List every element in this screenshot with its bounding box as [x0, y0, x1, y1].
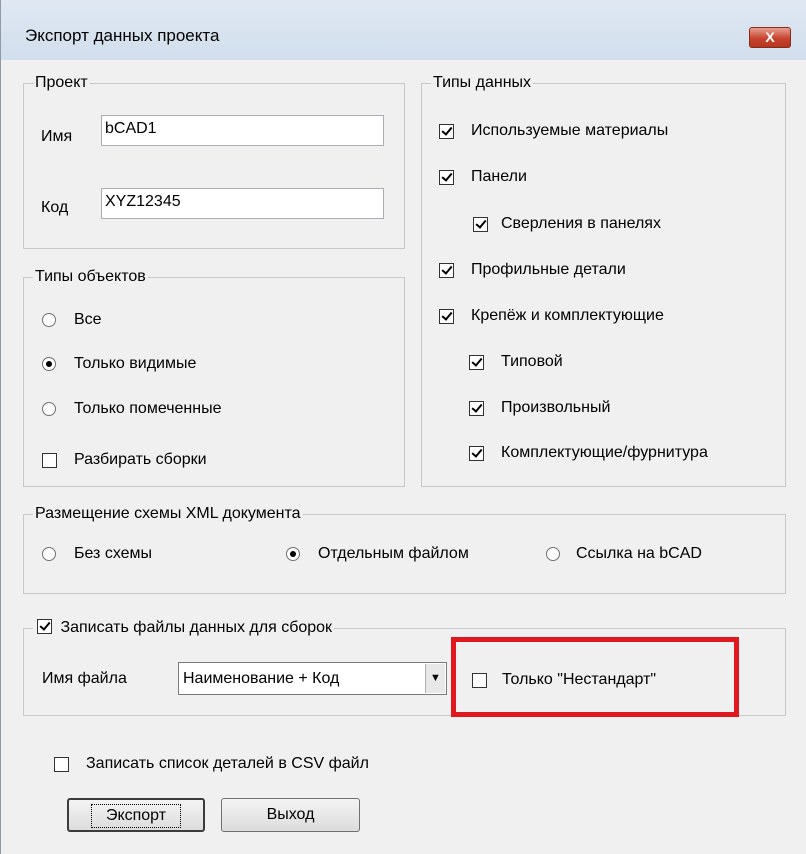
file-name-select[interactable]: Наименование + Код ▼: [178, 662, 447, 695]
drillings-checkbox[interactable]: [473, 217, 488, 232]
fasteners-label[interactable]: Крепёж и комплектующие: [471, 306, 664, 326]
project-group: Проект Имя bCAD1 Код XYZ12345: [23, 73, 405, 249]
object-types-group: Типы объектов Все Только видимые Только …: [23, 267, 405, 487]
csv-checkbox[interactable]: [54, 757, 69, 772]
file-name-label: Имя файла: [42, 670, 127, 687]
dropdown-arrow-icon[interactable]: ▼: [425, 664, 445, 693]
code-input-value: XYZ12345: [105, 193, 181, 210]
radio-link-bcad[interactable]: [546, 547, 560, 561]
exit-button[interactable]: Выход: [221, 798, 360, 832]
close-button[interactable]: X: [749, 27, 791, 48]
explode-assemblies-label[interactable]: Разбирать сборки: [74, 450, 207, 470]
file-name-select-value: Наименование + Код: [183, 670, 340, 687]
hardware-checkbox[interactable]: [469, 446, 484, 461]
code-label: Код: [41, 199, 69, 216]
radio-all-label[interactable]: Все: [74, 310, 102, 330]
csv-label[interactable]: Записать список деталей в CSV файл: [86, 754, 369, 774]
object-types-group-title: Типы объектов: [33, 267, 148, 287]
assembly-files-label[interactable]: Записать файлы данных для сборок: [60, 619, 332, 636]
exit-button-label: Выход: [266, 806, 315, 823]
name-label: Имя: [41, 128, 73, 145]
code-input[interactable]: XYZ12345: [101, 188, 384, 219]
typical-checkbox[interactable]: [469, 355, 484, 370]
radio-visible-only[interactable]: [42, 357, 56, 371]
radio-no-schema-label[interactable]: Без схемы: [74, 544, 152, 564]
materials-label[interactable]: Используемые материалы: [471, 121, 668, 141]
panels-checkbox[interactable]: [439, 170, 454, 185]
non-standard-checkbox[interactable]: [472, 673, 487, 688]
data-types-group-title: Типы данных: [431, 73, 534, 93]
fasteners-checkbox[interactable]: [439, 309, 454, 324]
name-input-value: bCAD1: [105, 120, 157, 137]
xml-schema-group-title: Размещение схемы XML документа: [33, 504, 303, 524]
project-group-title: Проект: [33, 73, 90, 93]
hardware-label[interactable]: Комплектующие/фурнитура: [501, 443, 708, 463]
arbitrary-checkbox[interactable]: [469, 401, 484, 416]
panels-label[interactable]: Панели: [471, 167, 527, 187]
radio-all[interactable]: [42, 313, 56, 327]
radio-link-bcad-label[interactable]: Ссылка на bCAD: [576, 544, 702, 564]
assembly-files-title: Записать файлы данных для сборок: [33, 618, 335, 638]
close-icon: X: [765, 29, 775, 45]
profiles-checkbox[interactable]: [439, 263, 454, 278]
radio-no-schema[interactable]: [42, 547, 56, 561]
radio-marked-only[interactable]: [42, 402, 56, 416]
arbitrary-label[interactable]: Произвольный: [501, 398, 610, 418]
export-button[interactable]: Экспорт: [67, 798, 205, 832]
profiles-label[interactable]: Профильные детали: [471, 260, 626, 280]
export-button-label: Экспорт: [90, 804, 182, 828]
radio-marked-only-label[interactable]: Только помеченные: [74, 399, 222, 419]
radio-separate-file-label[interactable]: Отдельным файлом: [318, 544, 469, 564]
window-title: Экспорт данных проекта: [25, 26, 220, 45]
export-dialog: Экспорт данных проекта X Проект Имя bCAD…: [0, 0, 806, 854]
assembly-files-checkbox[interactable]: [37, 619, 52, 634]
drillings-label[interactable]: Сверления в панелях: [501, 214, 661, 234]
explode-assemblies-checkbox[interactable]: [42, 453, 57, 468]
title-bar: Экспорт данных проекта X: [1, 0, 806, 60]
radio-separate-file[interactable]: [286, 547, 300, 561]
xml-schema-group: Размещение схемы XML документа Без схемы…: [23, 504, 786, 594]
data-types-group: Типы данных Используемые материалы Панел…: [421, 73, 786, 487]
non-standard-label[interactable]: Только "Нестандарт": [502, 670, 656, 690]
radio-visible-only-label[interactable]: Только видимые: [74, 354, 196, 374]
name-input[interactable]: bCAD1: [101, 115, 384, 146]
typical-label[interactable]: Типовой: [501, 352, 563, 372]
materials-checkbox[interactable]: [439, 124, 454, 139]
